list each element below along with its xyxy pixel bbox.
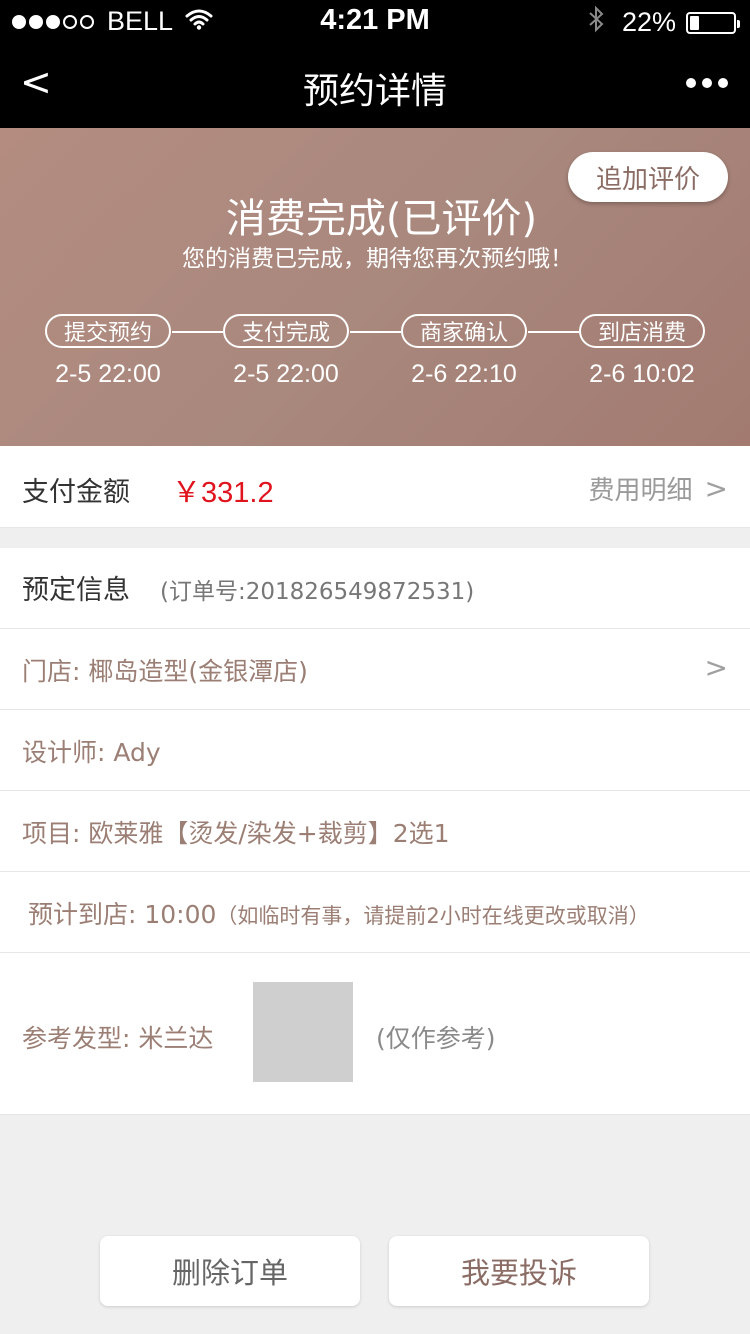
order-status-header: 追加评价 消费完成(已评价) 您的消费已完成，期待您再次预约哦！ 提交预约 2-… — [0, 128, 750, 446]
chevron-right-icon[interactable]: > — [705, 651, 728, 684]
status-subtitle: 您的消费已完成，期待您再次预约哦！ — [182, 246, 573, 272]
timeline-step: 支付完成 2-5 22:00 — [201, 314, 371, 389]
chevron-right-icon: > — [704, 472, 728, 505]
status-title: 消费完成(已评价) — [225, 196, 538, 242]
designer-row: 设计师: Ady — [0, 710, 750, 791]
progress-timeline: 提交预约 2-5 22:00 支付完成 2-5 22:00 商家确认 2-6 2… — [0, 314, 750, 394]
battery-icon — [686, 11, 740, 34]
payment-label: 支付金额 — [22, 477, 130, 508]
step-label: 商家确认 — [401, 314, 527, 348]
service-item: 项目: 欧莱雅【烫发/染发+裁剪】2选1 — [22, 819, 450, 848]
bluetooth-icon — [588, 5, 604, 40]
complain-button[interactable]: 我要投诉 — [389, 1236, 649, 1306]
status-right: 22% — [588, 5, 740, 40]
arrival-time-value: 预计到店: 10:00 — [28, 900, 217, 929]
arrival-time-row: 预计到店: 10:00（如临时有事，请提前2小时在线更改或取消） — [0, 872, 750, 953]
timeline-step: 提交预约 2-5 22:00 — [23, 314, 193, 389]
store-name: 门店: 椰岛造型(金银潭店) — [22, 657, 308, 686]
battery-percent: 22% — [621, 7, 676, 37]
fee-detail-link[interactable]: 费用明细 > — [589, 470, 728, 507]
battery-fill — [690, 15, 699, 30]
order-number: (订单号:201826549872531) — [160, 579, 475, 605]
step-time: 2-6 10:02 — [589, 360, 695, 388]
page-title: 预约详情 — [302, 71, 447, 112]
step-time: 2-5 22:00 — [55, 360, 161, 388]
step-label: 到店消费 — [579, 314, 705, 348]
nav-bar: < 预约详情 — [0, 40, 750, 128]
arrival-time: 预计到店: 10:00（如临时有事，请提前2小时在线更改或取消） — [28, 895, 650, 931]
store-row[interactable]: 门店: 椰岛造型(金银潭店) > — [0, 629, 750, 710]
step-label: 支付完成 — [223, 314, 349, 348]
reference-note: (仅作参考) — [376, 1024, 496, 1053]
booking-info-header: 预定信息 (订单号:201826549872531) — [0, 548, 750, 629]
booking-info-section: 预定信息 (订单号:201826549872531) 门店: 椰岛造型(金银潭店… — [0, 548, 750, 1115]
service-item-row: 项目: 欧莱雅【烫发/染发+裁剪】2选1 — [0, 791, 750, 872]
fee-detail-label: 费用明细 — [588, 476, 693, 506]
status-bar: BELL 4:21 PM 22% — [0, 0, 750, 40]
arrival-note: （如临时有事，请提前2小时在线更改或取消） — [216, 904, 650, 928]
timeline-step: 商家确认 2-6 22:10 — [379, 314, 549, 389]
timeline-step: 到店消费 2-6 10:02 — [557, 314, 727, 389]
section-title: 预定信息 — [22, 575, 130, 606]
step-label: 提交预约 — [45, 314, 171, 348]
more-options-icon[interactable] — [680, 78, 728, 88]
reference-style: 参考发型: 米兰达 — [22, 1024, 214, 1053]
step-time: 2-5 22:00 — [233, 360, 339, 388]
step-time: 2-6 22:10 — [411, 360, 517, 388]
payment-row: 支付金额 ￥331.2 费用明细 > — [0, 446, 750, 528]
designer-name: 设计师: Ady — [22, 738, 161, 767]
reference-style-row: 参考发型: 米兰达 (仅作参考) — [0, 953, 750, 1115]
reference-image[interactable] — [253, 982, 353, 1082]
payment-amount: ￥331.2 — [172, 477, 274, 509]
delete-order-button[interactable]: 删除订单 — [100, 1236, 360, 1306]
